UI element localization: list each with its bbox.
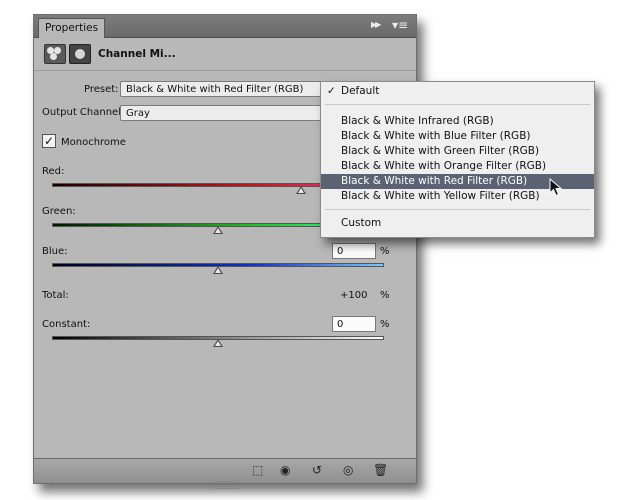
- reset-icon[interactable]: ↺: [312, 463, 322, 477]
- green-label: Green:: [42, 206, 76, 217]
- output-channel-select[interactable]: Gray: [120, 105, 324, 121]
- monochrome-checkbox[interactable]: ✓: [42, 134, 56, 148]
- red-slider-thumb[interactable]: [296, 186, 306, 194]
- visibility-icon[interactable]: ◎: [343, 463, 353, 477]
- menu-item-label: Black & White with Blue Filter (RGB): [341, 130, 531, 142]
- green-slider-thumb[interactable]: [213, 226, 223, 234]
- menu-item-bw-orange-filter[interactable]: Black & White with Orange Filter (RGB): [321, 159, 594, 174]
- tab-properties[interactable]: Properties: [38, 18, 106, 38]
- total-percent: %: [380, 290, 390, 301]
- preset-label: Preset:: [84, 84, 119, 95]
- menu-item-label: Custom: [341, 217, 382, 229]
- preset-dropdown-menu: ✓ Default Black & White Infrared (RGB) B…: [320, 81, 595, 238]
- preset-select[interactable]: Black & White with Red Filter (RGB): [120, 81, 324, 97]
- blue-slider-thumb[interactable]: [213, 266, 223, 274]
- menu-item-label: Black & White Infrared (RGB): [341, 115, 494, 127]
- menu-item-default[interactable]: ✓ Default: [321, 84, 594, 99]
- panel-footer: ⬚ ◉ ↺ ◎ 🗑: [34, 458, 416, 489]
- menu-separator: [325, 209, 590, 210]
- menu-item-bw-green-filter[interactable]: Black & White with Green Filter (RGB): [321, 144, 594, 159]
- panel-header: Channel Mi...: [34, 38, 416, 71]
- menu-item-label: Default: [341, 85, 380, 97]
- blue-value-input[interactable]: 0: [332, 243, 376, 259]
- layer-mask-icon[interactable]: [69, 44, 91, 64]
- menu-separator: [325, 104, 590, 105]
- collapse-icon[interactable]: ▶▶: [371, 20, 381, 29]
- checkmark-icon: ✓: [327, 85, 336, 97]
- channel-mixer-icon[interactable]: [44, 44, 66, 64]
- panel-menu-icon[interactable]: ▾≡: [392, 18, 408, 32]
- total-label: Total:: [42, 290, 69, 301]
- constant-value-input[interactable]: 0: [332, 316, 376, 332]
- red-label: Red:: [42, 166, 65, 177]
- constant-percent: %: [380, 319, 390, 330]
- menu-item-custom[interactable]: Custom: [321, 216, 594, 231]
- total-value: +100: [340, 290, 368, 301]
- menu-item-bw-infrared[interactable]: Black & White Infrared (RGB): [321, 114, 594, 129]
- resize-grip[interactable]: [214, 481, 238, 489]
- blue-percent: %: [380, 246, 390, 257]
- blue-label: Blue:: [42, 246, 68, 257]
- menu-item-label: Black & White with Red Filter (RGB): [341, 175, 528, 187]
- menu-item-label: Black & White with Orange Filter (RGB): [341, 160, 547, 172]
- clip-to-layer-icon[interactable]: ⬚: [252, 463, 263, 477]
- constant-label: Constant:: [42, 319, 91, 330]
- output-channel-label: Output Channel:: [42, 107, 125, 118]
- constant-slider-thumb[interactable]: [213, 339, 223, 347]
- menu-item-label: Black & White with Yellow Filter (RGB): [341, 190, 540, 202]
- view-previous-icon[interactable]: ◉: [280, 463, 290, 477]
- mouse-cursor-icon: [549, 178, 563, 197]
- monochrome-label: Monochrome: [61, 137, 126, 148]
- trash-icon[interactable]: 🗑: [373, 463, 388, 477]
- menu-item-label: Black & White with Green Filter (RGB): [341, 145, 540, 157]
- panel-title: Channel Mi...: [98, 48, 176, 60]
- menu-item-bw-blue-filter[interactable]: Black & White with Blue Filter (RGB): [321, 129, 594, 144]
- panel-tabbar: Properties ▶▶ ▾≡: [34, 15, 416, 38]
